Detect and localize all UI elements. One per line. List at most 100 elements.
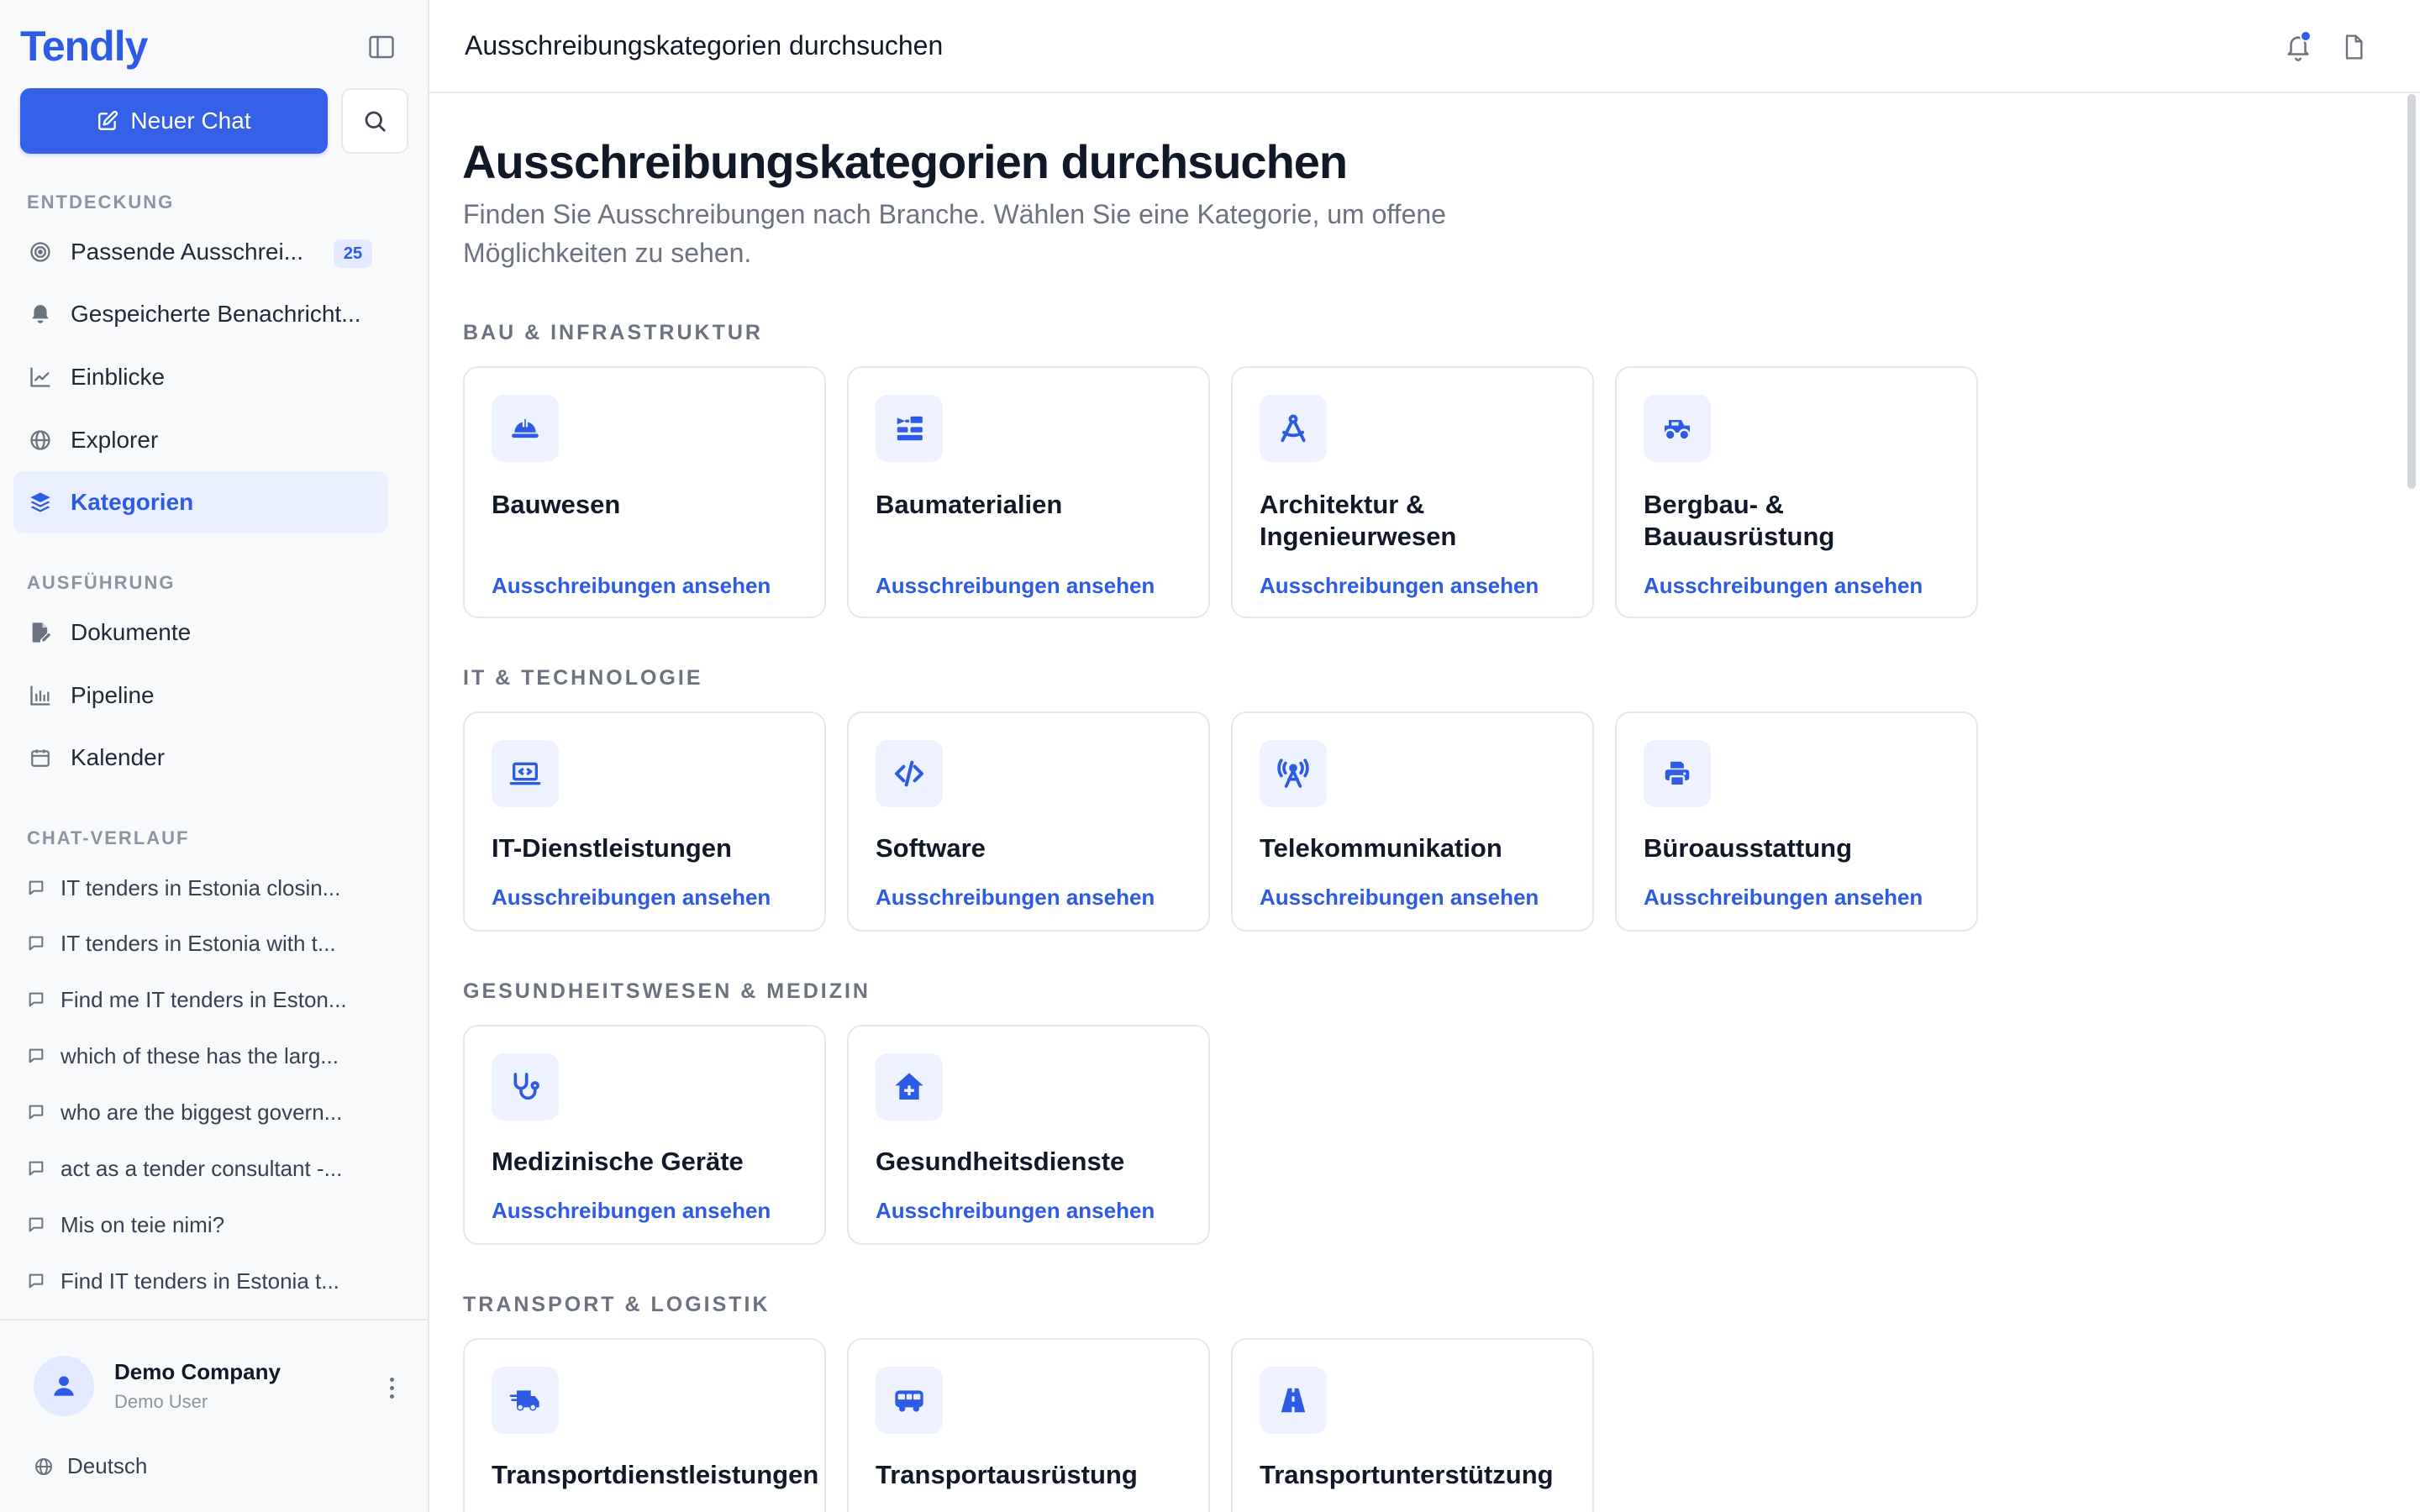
category-heading-transport: TRANSPORT & LOGISTIK [463, 1293, 771, 1316]
view-tenders-link[interactable]: Ausschreibungen ansehen [876, 1198, 1155, 1224]
brand-logo[interactable]: Tendly [20, 22, 148, 71]
company-name: Demo Company [114, 1359, 281, 1384]
globe-icon [35, 1457, 52, 1475]
account-menu-button[interactable] [383, 1371, 400, 1404]
sidebar-item-calendar[interactable]: Kalender [13, 727, 388, 789]
chat-history-label: Find IT tenders in Estonia t... [60, 1268, 339, 1294]
page-subtitle: Finden Sie Ausschreibungen nach Branche.… [463, 199, 1446, 268]
sidebar-item-label: Pipeline [71, 682, 155, 708]
card-title: Büroausstattung [1644, 833, 1852, 863]
chat-history-item[interactable]: IT tenders in Estonia closin... [27, 871, 380, 905]
view-tenders-link[interactable]: Ausschreibungen ansehen [492, 1198, 771, 1224]
category-card-software[interactable]: Software Ausschreibungen ansehen [847, 711, 1210, 932]
view-tenders-link[interactable]: Ausschreibungen ansehen [1644, 885, 1923, 911]
road-icon [1260, 1367, 1327, 1434]
top-bar: Ausschreibungskategorien durchsuchen [429, 0, 2420, 93]
main-area: Ausschreibungskategorien durchsuchen Aus… [429, 0, 2420, 1512]
category-card-architektur[interactable]: Architektur & Ingenieurwesen Ausschreibu… [1231, 366, 1594, 618]
sidebar-item-pipeline[interactable]: Pipeline [13, 664, 388, 727]
sidebar-item-label: Kategorien [71, 489, 194, 515]
category-card-health-services[interactable]: Gesundheitsdienste Ausschreibungen anseh… [847, 1025, 1210, 1245]
card-title: Medizinische Geräte [492, 1147, 744, 1176]
bus-icon [876, 1367, 943, 1434]
new-chat-button[interactable]: Neuer Chat [20, 88, 328, 154]
search-button[interactable] [341, 88, 408, 154]
view-tenders-link[interactable]: Ausschreibungen ansehen [1260, 885, 1539, 911]
category-card-transport-equipment[interactable]: Transportausrüstung Ausschreibungen anse… [847, 1338, 1210, 1512]
sidebar-item-label: Passende Ausschrei... [71, 239, 304, 265]
view-tenders-link[interactable]: Ausschreibungen ansehen [1260, 573, 1539, 599]
chat-history-label: IT tenders in Estonia with t... [60, 930, 336, 956]
card-title: Transportunterstützung [1260, 1460, 1554, 1489]
chat-history-label: Find me IT tenders in Eston... [60, 986, 347, 1012]
category-card-transport-support[interactable]: Transportunterstützung Ausschreibungen a… [1231, 1338, 1594, 1512]
category-card-bauwesen[interactable]: Bauwesen Ausschreibungen ansehen [463, 366, 826, 618]
category-card-baumaterialien[interactable]: Baumaterialien Ausschreibungen ansehen [847, 366, 1210, 618]
chat-history-item[interactable]: Find IT tenders in Estonia t... [27, 1264, 380, 1298]
language-selector[interactable]: Deutsch [34, 1453, 147, 1479]
chat-history-item[interactable]: Mis on teie nimi? [27, 1208, 380, 1242]
section-label-execution: AUSFÜHRUNG [27, 572, 176, 593]
chat-history-item[interactable]: who are the biggest govern... [27, 1095, 380, 1129]
laptop-code-icon [492, 740, 559, 807]
avatar[interactable] [34, 1356, 94, 1416]
card-title: Software [876, 833, 986, 863]
message-icon [29, 1105, 44, 1120]
card-title: Transportausrüstung [876, 1460, 1138, 1489]
view-tenders-link[interactable]: Ausschreibungen ansehen [492, 573, 771, 599]
more-vertical-icon [389, 1377, 394, 1382]
tower-broadcast-icon [1260, 740, 1327, 807]
globe-icon [29, 428, 52, 452]
category-heading-construction: BAU & INFRASTRUKTUR [463, 321, 763, 344]
card-title: IT-Dienstleistungen [492, 833, 732, 863]
message-icon [29, 992, 44, 1007]
chat-history-item[interactable]: Find me IT tenders in Eston... [27, 983, 380, 1016]
chat-history-label: Mis on teie nimi? [60, 1211, 225, 1237]
view-tenders-link[interactable]: Ausschreibungen ansehen [876, 885, 1155, 911]
category-card-telecom[interactable]: Telekommunikation Ausschreibungen ansehe… [1231, 711, 1594, 932]
chat-history-label: act as a tender consultant -... [60, 1155, 343, 1181]
card-title: Architektur & Ingenieurwesen [1260, 490, 1457, 551]
card-title: Bauwesen [492, 490, 621, 519]
chat-history-item[interactable]: act as a tender consultant -... [27, 1152, 380, 1185]
bell-icon [29, 302, 52, 326]
count-badge: 25 [334, 239, 372, 268]
page-title: Ausschreibungskategorien durchsuchen [462, 135, 1348, 188]
message-icon [29, 1273, 44, 1289]
category-card-transport-services[interactable]: Transportdienstleistungen Ausschreibunge… [463, 1338, 826, 1512]
category-card-office-equipment[interactable]: Büroausstattung Ausschreibungen ansehen [1615, 711, 1978, 932]
sidebar-item-insights[interactable]: Einblicke [13, 346, 388, 408]
stethoscope-icon [492, 1053, 559, 1121]
category-card-medical-devices[interactable]: Medizinische Geräte Ausschreibungen anse… [463, 1025, 826, 1245]
sidebar-item-label: Explorer [71, 427, 159, 453]
sidebar-item-matching-tenders[interactable]: Passende Ausschrei... 25 [13, 221, 388, 283]
printer-icon [1644, 740, 1711, 807]
chat-history-item[interactable]: IT tenders in Estonia with t... [27, 927, 380, 960]
category-card-it-services[interactable]: IT-Dienstleistungen Ausschreibungen anse… [463, 711, 826, 932]
sidebar-toggle-button[interactable] [366, 32, 397, 62]
app-root: Tendly Neuer Chat ENTDECKUNG Passende Au… [0, 0, 2420, 1512]
view-tenders-link[interactable]: Ausschreibungen ansehen [1644, 573, 1923, 599]
notifications-button[interactable] [2281, 30, 2315, 64]
user-name: Demo User [114, 1391, 208, 1412]
scrollbar[interactable] [2407, 94, 2416, 489]
chat-history-label: who are the biggest govern... [60, 1099, 343, 1125]
sidebar-item-saved-alerts[interactable]: Gespeicherte Benachricht... [13, 283, 388, 345]
calendar-icon [29, 746, 52, 769]
heavy-vehicle-icon [1644, 395, 1711, 462]
chat-history-label: IT tenders in Estonia closin... [60, 874, 341, 900]
sidebar-item-explorer[interactable]: Explorer [13, 409, 388, 471]
section-label-discovery: ENTDECKUNG [27, 192, 175, 213]
category-card-bergbau[interactable]: Bergbau- & Bauausrüstung Ausschreibungen… [1615, 366, 1978, 618]
trowel-bricks-icon [876, 395, 943, 462]
chat-history-label: which of these has the larg... [60, 1042, 339, 1068]
card-title: Transportdienstleistungen [492, 1460, 819, 1489]
chat-history-item[interactable]: which of these has the larg... [27, 1039, 380, 1073]
layers-icon [29, 491, 52, 514]
view-tenders-link[interactable]: Ausschreibungen ansehen [492, 885, 771, 911]
documents-button[interactable] [2337, 30, 2370, 64]
view-tenders-link[interactable]: Ausschreibungen ansehen [876, 573, 1155, 599]
sidebar-item-documents[interactable]: Dokumente [13, 601, 388, 664]
user-icon [54, 1376, 74, 1396]
sidebar-item-categories[interactable]: Kategorien [13, 471, 388, 533]
